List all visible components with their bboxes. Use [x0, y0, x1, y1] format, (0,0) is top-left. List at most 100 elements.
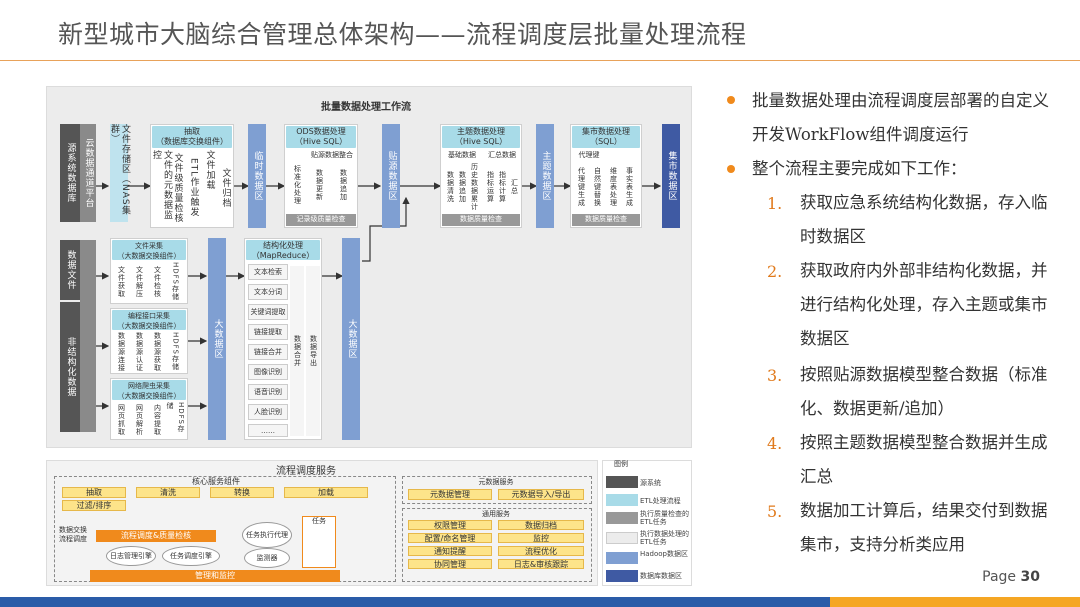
- legend-title: 图例: [614, 460, 628, 468]
- title-divider: [0, 60, 1080, 61]
- meta-item: 元数据导入/导出: [498, 489, 584, 500]
- file-collect-header: 文件采集 （大数据交换组件）: [112, 240, 186, 260]
- common-item: 日志&审核跟踪: [498, 559, 584, 569]
- ods-sub: 贴源数据整合: [311, 151, 353, 159]
- legend-label: ETL处理流程: [640, 497, 681, 505]
- footer-bar-blue: [0, 597, 830, 607]
- extract-header: 抽取 （数据库交换组件）: [152, 126, 232, 148]
- page-number: Page 30: [982, 569, 1040, 585]
- core-item: 转换: [210, 487, 274, 498]
- api-collect-header: 编程接口采集 （大数据交换组件）: [112, 310, 186, 330]
- legend-swatch: [606, 570, 638, 582]
- ods-check: 记录级质量检查: [286, 214, 356, 226]
- footer-bar-orange: [830, 597, 1080, 607]
- unstructured-data: 非结构化数据: [60, 302, 80, 432]
- legend-swatch: [606, 552, 638, 564]
- theme-check: 数据质量检查: [442, 214, 520, 226]
- crawl-item: HDFS存储: [166, 402, 185, 434]
- architecture-diagram: 批量数据处理工作流 源系统数据库 云数据通道平台 文件存储区（NAS集群） 抽取…: [46, 86, 692, 600]
- mart-check: 数据质量检查: [572, 214, 640, 226]
- extract-item: 文件归档: [220, 168, 231, 208]
- fc-item: 文件获取: [117, 266, 126, 298]
- core-monitor: 监测器: [244, 548, 290, 568]
- core-item: 抽取: [62, 487, 126, 498]
- common-item: 配置/命名管理: [408, 533, 492, 543]
- api-item: 数据源连接: [117, 332, 126, 372]
- mr-item: 语音识别: [248, 384, 288, 400]
- theme-sub: 汇总数据: [488, 151, 516, 159]
- fc-item: 文件解压: [135, 266, 144, 298]
- mart-sub: 代理键: [578, 151, 600, 159]
- mr-export: 数据导出: [306, 266, 320, 436]
- file-store: 文件存储区（NAS集群）: [109, 124, 130, 222]
- core-side-label: 数据交换流程调度: [59, 526, 87, 543]
- mr-item: 链接提取: [248, 324, 288, 340]
- core-item: 过滤/排序: [62, 500, 126, 511]
- ods-item: 数据追加: [339, 169, 348, 201]
- theme-item: 指标计算: [498, 171, 507, 203]
- source-db: 源系统数据库: [60, 124, 80, 222]
- theme-item: 数据追加: [458, 171, 467, 203]
- core-title: 核心服务组件: [192, 477, 240, 486]
- item-number: 1.: [767, 194, 783, 213]
- bullet-1: 批量数据处理由流程调度层部署的自定义开发WorkFlow组件调度运行: [752, 91, 1049, 144]
- scheduler-title: 流程调度服务: [276, 466, 336, 477]
- core-exec: 任务执行代理: [242, 522, 292, 548]
- item-number: 2.: [767, 262, 783, 281]
- core-bottom: 管理和监控: [90, 570, 340, 582]
- page-num: 30: [1020, 569, 1040, 585]
- mart-item: 代理键生成: [577, 167, 586, 207]
- mr-item: 人脸识别: [248, 404, 288, 420]
- data-file: 数据文件: [60, 240, 80, 300]
- mr-item: ……: [248, 424, 288, 437]
- extract-item: ETL作业触发: [188, 158, 199, 218]
- cloud-channel: 云数据通道平台: [80, 124, 96, 222]
- common-item: 流程优化: [498, 546, 584, 556]
- paste-zone: 贴源数据区: [382, 124, 400, 228]
- common-item: 权限管理: [408, 520, 492, 530]
- bullet-2: 整个流程主要完成如下工作：: [752, 159, 967, 178]
- channel-bar: [80, 240, 96, 432]
- theme-item: 汇总: [510, 179, 519, 195]
- theme-header: 主题数据处理 （Hive SQL）: [442, 126, 520, 148]
- bullet-dot: [727, 96, 735, 104]
- meta-item: 元数据管理: [408, 489, 492, 500]
- crawl-item: 内容提取: [153, 404, 162, 436]
- common-item: 监控: [498, 533, 584, 543]
- mr-item: 图像识别: [248, 364, 288, 380]
- legend-swatch: [606, 494, 638, 506]
- mapreduce-header: 结构化处理 （MapReduce）: [246, 240, 320, 260]
- crawl-item: 网页解析: [135, 404, 144, 436]
- mr-item: 文本分词: [248, 284, 288, 300]
- page-title: 新型城市大脑综合管理总体架构——流程调度层批量处理流程: [58, 20, 747, 49]
- crawl-collect-header: 网络爬虫采集 （大数据交换组件）: [112, 380, 186, 400]
- core-log: 日志管理引擎: [106, 546, 156, 566]
- mr-item: 文本检索: [248, 264, 288, 280]
- legend-label: Hadoop数据区: [640, 550, 689, 558]
- mart-item: 事实表生成: [625, 167, 634, 207]
- core-engine: 任务调度引擎: [162, 546, 220, 566]
- extract-item: 文件的元数据监控: [151, 150, 172, 220]
- item-text: 数据加工计算后，结果交付到数据集市，支持分析类应用: [800, 501, 1048, 554]
- api-item: 数据源获取: [153, 332, 162, 372]
- theme-item: 历史数据累计: [470, 163, 479, 211]
- crawl-item: 网页抓取: [117, 404, 126, 436]
- theme-sub: 基础数据: [448, 151, 476, 159]
- meta-title: 元数据服务: [478, 478, 514, 486]
- item-text: 按照贴源数据模型整合数据（标准化、数据更新/追加）: [800, 365, 1048, 418]
- legend-swatch: [606, 532, 638, 544]
- ods-header: ODS数据处理 （Hive SQL）: [286, 126, 356, 148]
- api-item: HDFS存储: [171, 332, 180, 372]
- item-text: 按照主题数据模型整合数据并生成汇总: [800, 433, 1048, 486]
- mart-item: 维度表处理: [609, 167, 618, 207]
- core-item: 清洗: [136, 487, 200, 498]
- item-text: 获取政府内外部非结构化数据，并进行结构化处理，存入主题或集市数据区: [800, 261, 1048, 348]
- bullet-dot: [727, 165, 735, 173]
- bigdata-zone: 大数据区: [208, 238, 226, 440]
- legend-swatch: [606, 512, 638, 524]
- core-qc: 流程调度&质量检核: [96, 530, 216, 542]
- temp-zone: 临时数据区: [248, 124, 266, 228]
- page-label: Page: [982, 569, 1017, 585]
- mr-item: 关键词提取: [248, 304, 288, 320]
- extract-item: 文件级质量检核: [172, 153, 183, 223]
